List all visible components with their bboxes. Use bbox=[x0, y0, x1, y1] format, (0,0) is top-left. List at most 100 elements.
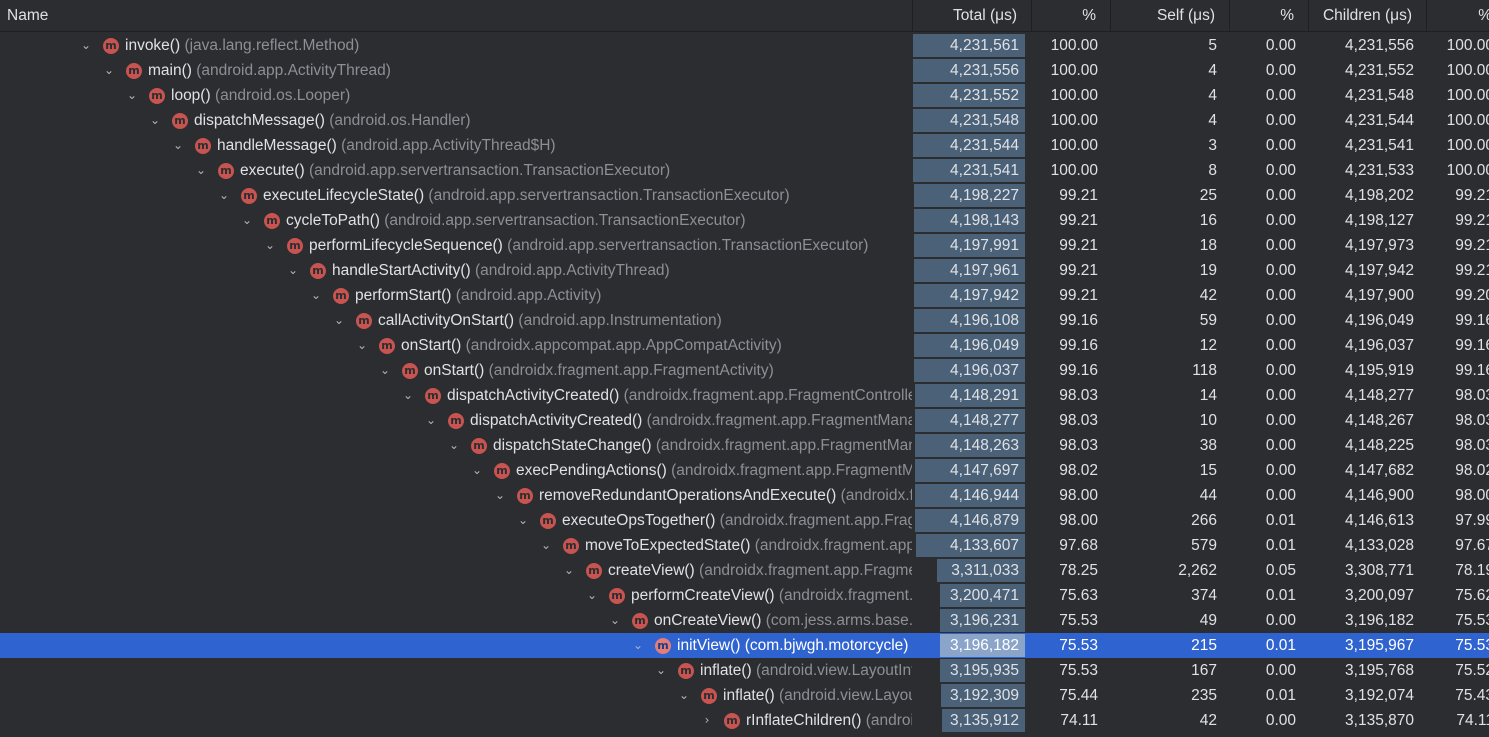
total-cell: 4,148,263 bbox=[950, 437, 1019, 454]
chevron-down-icon[interactable]: ⌄ bbox=[102, 58, 116, 83]
children-percent-cell: 100.00 bbox=[1446, 162, 1489, 179]
column-header-children-percent[interactable]: % bbox=[1426, 0, 1489, 31]
tree-row[interactable]: › m rInflateChildren() (android.view.Layou… bbox=[0, 708, 1489, 733]
tree-row[interactable]: ⌄ m callActivityOnStart() (android.app.Ins… bbox=[0, 308, 1489, 333]
tree-row[interactable]: ⌄ m inflate() (android.view.LayoutInflater… bbox=[0, 683, 1489, 708]
chevron-down-icon[interactable]: ⌄ bbox=[631, 633, 645, 658]
chevron-down-icon[interactable]: ⌄ bbox=[355, 333, 369, 358]
chevron-down-icon[interactable]: ⌄ bbox=[424, 408, 438, 433]
column-header-children[interactable]: Children (μs) bbox=[1308, 0, 1426, 31]
method-label: inflate() (android.view.LayoutInflater) bbox=[723, 683, 912, 708]
column-header-name[interactable]: Name bbox=[0, 0, 912, 31]
chevron-down-icon[interactable]: ⌄ bbox=[194, 158, 208, 183]
class-name: (android.app.servertransaction.Transacti… bbox=[507, 237, 869, 254]
tree-row[interactable]: ⌄ m moveToExpectedState() (androidx.fragme… bbox=[0, 533, 1489, 558]
tree-row[interactable]: ⌄ m removeRedundantOperationsAndExecute() … bbox=[0, 483, 1489, 508]
tree-row[interactable]: ⌄ m onStart() (androidx.fragment.app.Fragm… bbox=[0, 358, 1489, 383]
chevron-down-icon[interactable]: ⌄ bbox=[332, 308, 346, 333]
tree-node-name-cell: ⌄ m initView() (com.bjwgh.motorcycle) bbox=[0, 633, 912, 658]
tree-row[interactable]: ⌄ m handleStartActivity() (android.app.Act… bbox=[0, 258, 1489, 283]
column-header-self[interactable]: Self (μs) bbox=[1110, 0, 1229, 31]
class-name: (android.app.ActivityThread) bbox=[196, 62, 391, 79]
tree-row[interactable]: ⌄ m executeOpsTogether() (androidx.fragmen… bbox=[0, 508, 1489, 533]
children-percent-cell: 75.52 bbox=[1455, 662, 1489, 679]
children-cell: 4,231,556 bbox=[1345, 37, 1414, 54]
tree-row[interactable]: ⌄ m createView() (androidx.fragment.app.Fr… bbox=[0, 558, 1489, 583]
chevron-down-icon[interactable]: ⌄ bbox=[447, 433, 461, 458]
total-cell: 4,231,541 bbox=[950, 162, 1019, 179]
self-percent-cell: 0.00 bbox=[1265, 337, 1296, 354]
children-percent-cell: 100.00 bbox=[1446, 37, 1489, 54]
column-header-total[interactable]: Total (μs) bbox=[912, 0, 1031, 31]
tree-row[interactable]: ⌄ m loop() (android.os.Looper) 4,231,552 100… bbox=[0, 83, 1489, 108]
chevron-down-icon[interactable]: ⌄ bbox=[378, 358, 392, 383]
chevron-down-icon[interactable]: ⌄ bbox=[562, 558, 576, 583]
class-name: (android.app.Instrumentation) bbox=[518, 312, 722, 329]
tree-row[interactable]: ⌄ m dispatchActivityCreated() (androidx.fr… bbox=[0, 408, 1489, 433]
children-cell: 3,135,870 bbox=[1345, 712, 1414, 729]
children-percent-cell: 97.99 bbox=[1455, 512, 1489, 529]
tree-row[interactable]: ⌄ m main() (android.app.ActivityThread) 4,2… bbox=[0, 58, 1489, 83]
tree-row[interactable]: ⌄ m execPendingActions() (androidx.fragmen… bbox=[0, 458, 1489, 483]
class-name: (android.app.Activity) bbox=[455, 287, 602, 304]
chevron-down-icon[interactable]: ⌄ bbox=[217, 183, 231, 208]
method-name: performLifecycleSequence() bbox=[309, 237, 503, 254]
method-m-icon: m bbox=[264, 213, 280, 229]
chevron-right-icon[interactable]: › bbox=[700, 708, 714, 733]
self-percent-cell: 0.00 bbox=[1265, 712, 1296, 729]
tree-row[interactable]: ⌄ m handleMessage() (android.app.ActivityT… bbox=[0, 133, 1489, 158]
chevron-down-icon[interactable]: ⌄ bbox=[286, 258, 300, 283]
chevron-down-icon[interactable]: ⌄ bbox=[608, 608, 622, 633]
tree-row[interactable]: ⌄ m performStart() (android.app.Activity) 4… bbox=[0, 283, 1489, 308]
tree-row[interactable]: ⌄ m performLifecycleSequence() (android.ap… bbox=[0, 233, 1489, 258]
children-percent-cell: 99.21 bbox=[1455, 187, 1489, 204]
method-name: performStart() bbox=[355, 287, 452, 304]
tree-row[interactable]: ⌄ m inflate() (android.view.LayoutInflater… bbox=[0, 658, 1489, 683]
chevron-down-icon[interactable]: ⌄ bbox=[171, 133, 185, 158]
chevron-down-icon[interactable]: ⌄ bbox=[148, 108, 162, 133]
tree-row[interactable]: ⌄ m cycleToPath() (android.app.servertrans… bbox=[0, 208, 1489, 233]
chevron-down-icon[interactable]: ⌄ bbox=[470, 458, 484, 483]
tree-node-name-cell: ⌄ m main() (android.app.ActivityThread) bbox=[0, 58, 912, 83]
tree-row[interactable]: ⌄ m initView() (com.bjwgh.motorcycle) 3,196… bbox=[0, 633, 1489, 658]
children-cell: 3,195,768 bbox=[1345, 662, 1414, 679]
tree-row[interactable]: ⌄ m dispatchActivityCreated() (androidx.fr… bbox=[0, 383, 1489, 408]
method-label: handleMessage() (android.app.ActivityThr… bbox=[217, 133, 556, 158]
self-percent-cell: 0.00 bbox=[1265, 662, 1296, 679]
tree-row[interactable]: ⌄ m onStart() (androidx.appcompat.app.AppC… bbox=[0, 333, 1489, 358]
tree-node-name-cell: ⌄ m invoke() (java.lang.reflect.Method) bbox=[0, 33, 912, 58]
chevron-down-icon[interactable]: ⌄ bbox=[309, 283, 323, 308]
method-m-icon: m bbox=[678, 663, 694, 679]
chevron-down-icon[interactable]: ⌄ bbox=[585, 583, 599, 608]
chevron-down-icon[interactable]: ⌄ bbox=[493, 483, 507, 508]
tree-row[interactable]: ⌄ m onCreateView() (com.jess.arms.base.Bas… bbox=[0, 608, 1489, 633]
column-header-total-percent[interactable]: % bbox=[1031, 0, 1110, 31]
method-m-icon: m bbox=[356, 313, 372, 329]
tree-row[interactable]: ⌄ m performCreateView() (androidx.fragment… bbox=[0, 583, 1489, 608]
tree-row[interactable]: ⌄ m execute() (android.app.servertransacti… bbox=[0, 158, 1489, 183]
chevron-down-icon[interactable]: ⌄ bbox=[516, 508, 530, 533]
self-cell: 38 bbox=[1199, 437, 1217, 454]
chevron-down-icon[interactable]: ⌄ bbox=[677, 683, 691, 708]
method-label: onStart() (androidx.appcompat.app.AppCom… bbox=[401, 333, 782, 358]
children-cell: 3,196,182 bbox=[1345, 612, 1414, 629]
chevron-down-icon[interactable]: ⌄ bbox=[539, 533, 553, 558]
chevron-down-icon[interactable]: ⌄ bbox=[401, 383, 415, 408]
column-header-self-percent[interactable]: % bbox=[1229, 0, 1308, 31]
method-name: performCreateView() bbox=[631, 587, 775, 604]
self-cell: 579 bbox=[1191, 537, 1217, 554]
chevron-down-icon[interactable]: ⌄ bbox=[654, 658, 668, 683]
self-cell: 5 bbox=[1208, 37, 1217, 54]
class-name: (androidx.fragment.app.FragmentManager) bbox=[671, 462, 912, 479]
total-percent-cell: 99.21 bbox=[1059, 212, 1098, 229]
tree-row[interactable]: ⌄ m invoke() (java.lang.reflect.Method) 4,2… bbox=[0, 33, 1489, 58]
chevron-down-icon[interactable]: ⌄ bbox=[263, 233, 277, 258]
tree-row[interactable]: ⌄ m dispatchMessage() (android.os.Handler)… bbox=[0, 108, 1489, 133]
chevron-down-icon[interactable]: ⌄ bbox=[79, 33, 93, 58]
chevron-down-icon[interactable]: ⌄ bbox=[240, 208, 254, 233]
self-cell: 266 bbox=[1191, 512, 1217, 529]
chevron-down-icon[interactable]: ⌄ bbox=[125, 83, 139, 108]
tree-row[interactable]: ⌄ m dispatchStateChange() (androidx.fragme… bbox=[0, 433, 1489, 458]
total-cell: 4,133,607 bbox=[950, 537, 1019, 554]
tree-row[interactable]: ⌄ m executeLifecycleState() (android.app.s… bbox=[0, 183, 1489, 208]
